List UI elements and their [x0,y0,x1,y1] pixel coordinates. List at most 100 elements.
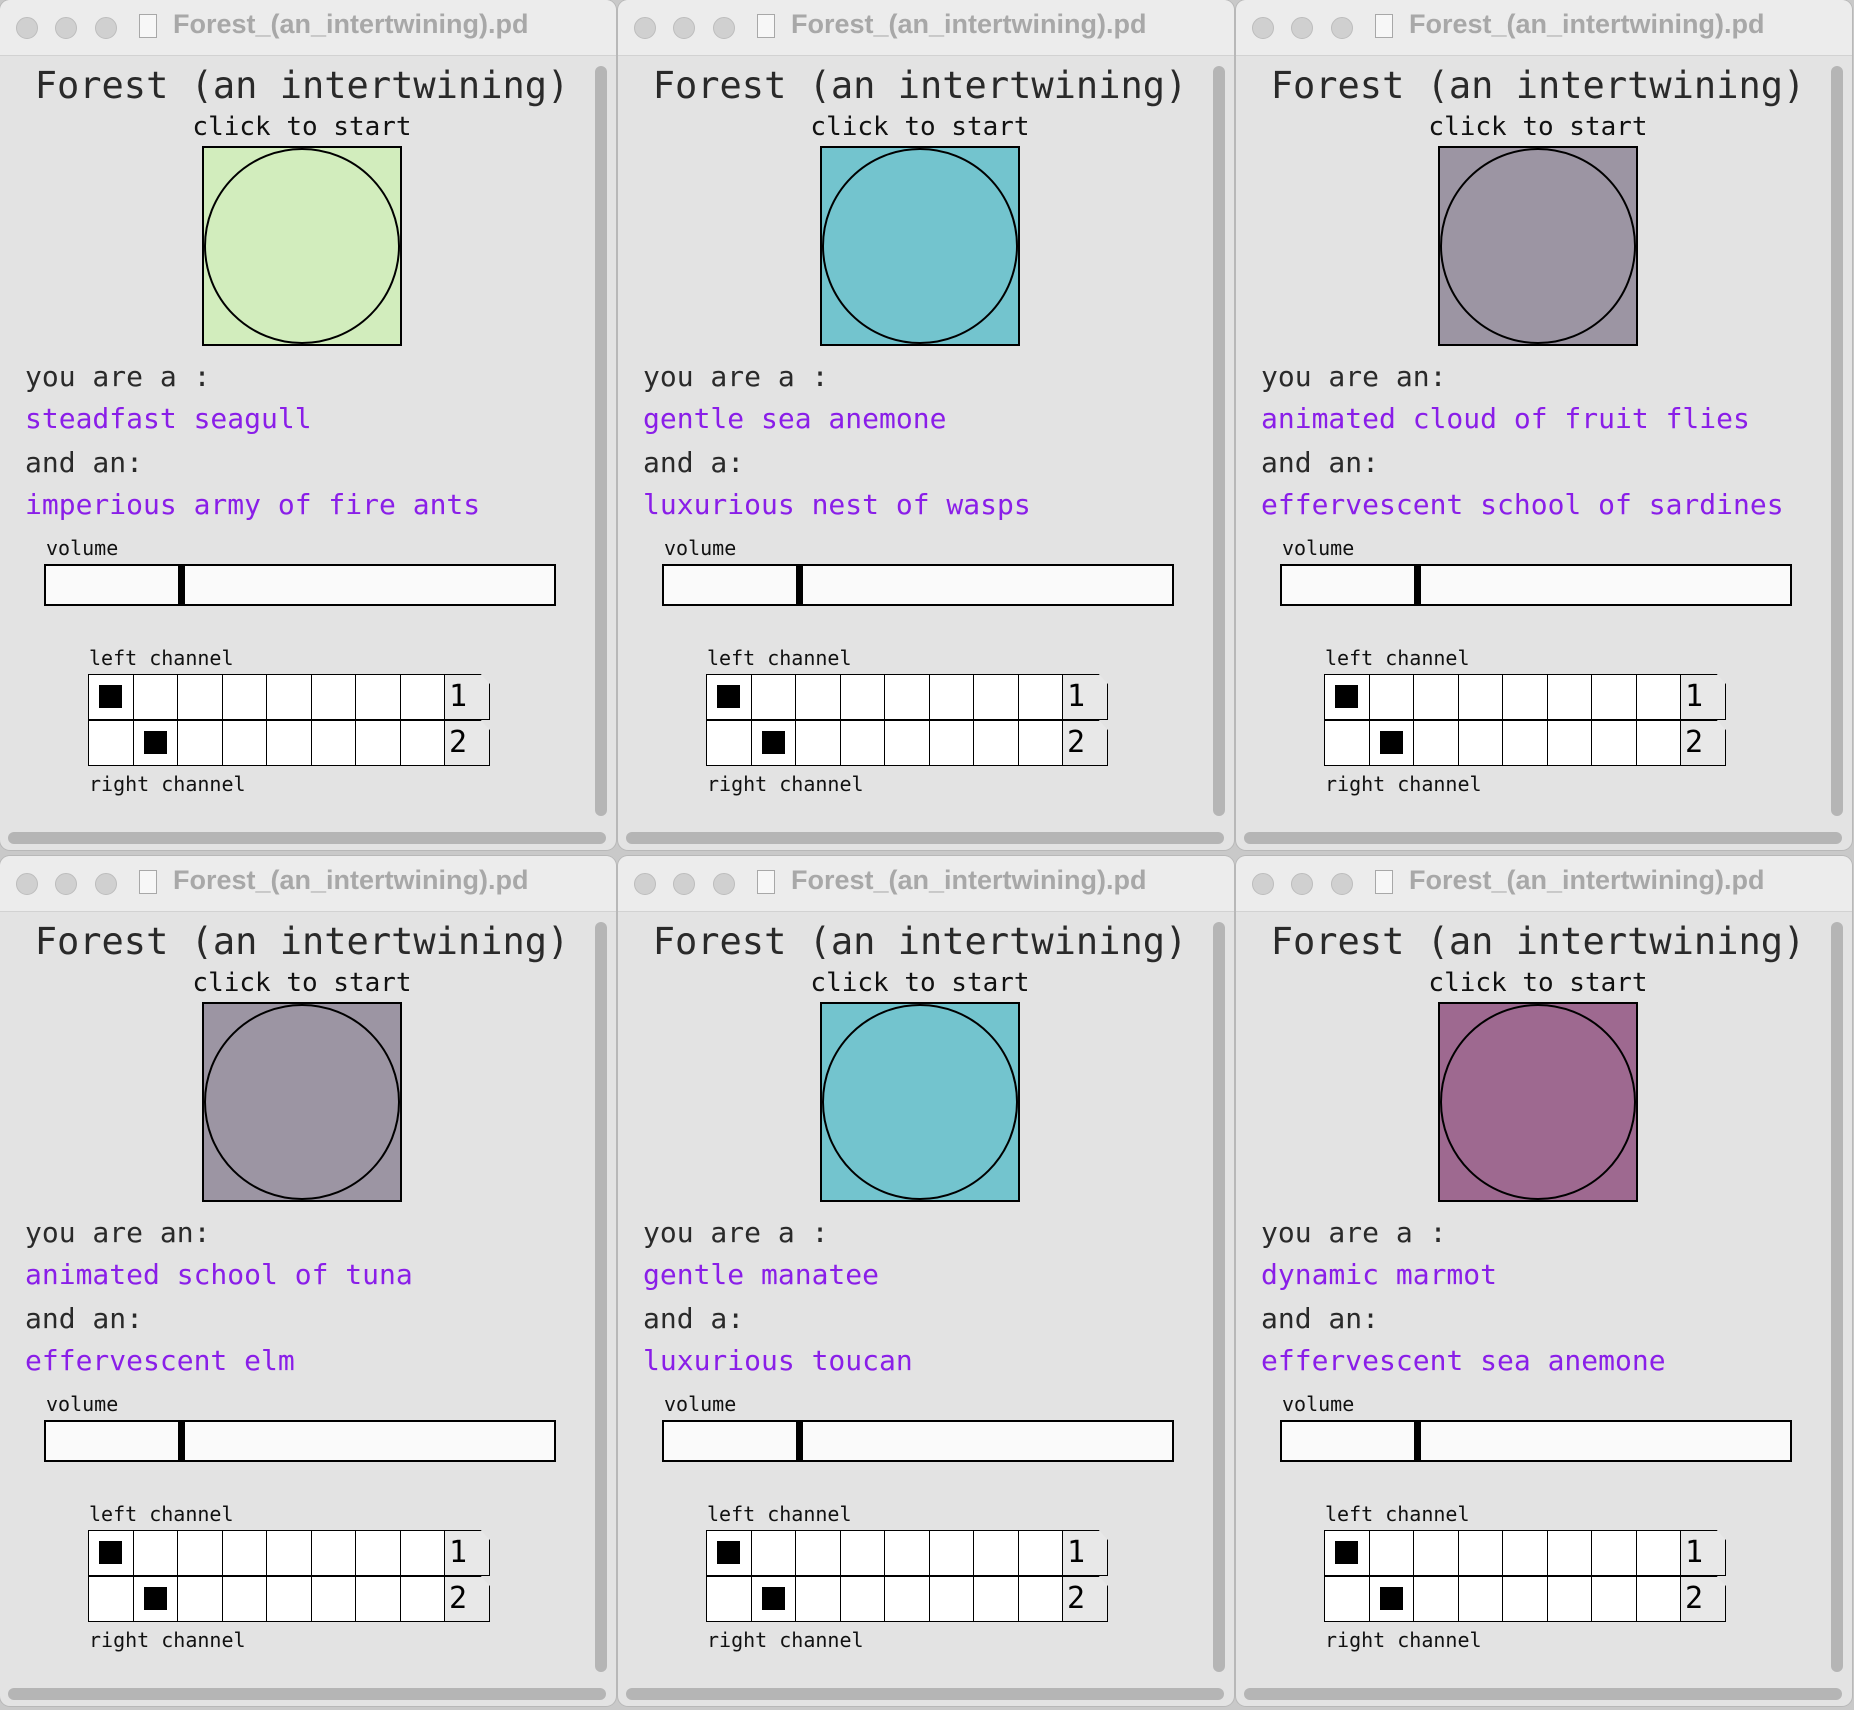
start-bang-button[interactable] [1438,146,1638,346]
matrix-cell[interactable] [1635,674,1682,720]
minimize-window-icon[interactable] [1291,873,1313,895]
matrix-cell[interactable] [1502,674,1548,720]
matrix-cell[interactable] [928,1576,975,1622]
start-bang-button[interactable] [820,1002,1020,1202]
close-window-icon[interactable] [16,17,38,39]
matrix-cell[interactable] [177,720,223,766]
zoom-window-icon[interactable] [1331,17,1353,39]
title-bar[interactable]: Forest_(an_intertwining).pd [618,0,1234,56]
volume-slider[interactable] [662,1420,1174,1462]
minimize-window-icon[interactable] [55,873,77,895]
vertical-scrollbar[interactable] [1831,66,1843,816]
matrix-cell[interactable] [1591,720,1637,766]
horizontal-scrollbar[interactable] [626,832,1224,844]
matrix-cell[interactable] [266,1576,312,1622]
matrix-cell[interactable] [1591,1530,1637,1576]
volume-slider-knob[interactable] [1414,1422,1422,1460]
matrix-cell[interactable] [88,674,134,720]
vertical-scrollbar[interactable] [1831,922,1843,1672]
horizontal-scrollbar[interactable] [626,1688,1224,1700]
horizontal-scrollbar[interactable] [1244,832,1842,844]
start-bang-button[interactable] [820,146,1020,346]
matrix-cell[interactable] [399,1530,446,1576]
matrix-cell[interactable] [355,720,401,766]
matrix-cell[interactable] [706,674,752,720]
volume-slider-knob[interactable] [796,1422,804,1460]
matrix-cell[interactable] [132,1530,179,1576]
volume-slider[interactable] [1280,564,1792,606]
matrix-cell[interactable] [1017,674,1064,720]
matrix-cell[interactable] [132,1576,179,1622]
matrix-cell[interactable] [355,1530,401,1576]
volume-slider[interactable] [662,564,1174,606]
matrix-cell[interactable] [839,1530,886,1576]
volume-slider[interactable] [44,1420,556,1462]
vertical-scrollbar[interactable] [1213,922,1225,1672]
matrix-cell[interactable] [1324,720,1370,766]
matrix-cell[interactable] [750,674,797,720]
matrix-cell[interactable] [1546,1530,1593,1576]
title-bar[interactable]: Forest_(an_intertwining).pd [1236,856,1852,912]
matrix-cell[interactable] [355,1576,401,1622]
matrix-cell[interactable] [839,1576,886,1622]
volume-slider[interactable] [44,564,556,606]
horizontal-scrollbar[interactable] [8,1688,606,1700]
matrix-cell[interactable] [1546,720,1593,766]
matrix-cell[interactable] [88,1530,134,1576]
matrix-cell[interactable] [221,1576,268,1622]
matrix-cell[interactable] [1413,1576,1459,1622]
matrix-cell[interactable] [221,720,268,766]
title-bar[interactable]: Forest_(an_intertwining).pd [1236,0,1852,56]
zoom-window-icon[interactable] [1331,873,1353,895]
matrix-cell[interactable] [88,720,134,766]
start-bang-button[interactable] [202,1002,402,1202]
matrix-cell[interactable] [1324,674,1370,720]
close-window-icon[interactable] [1252,873,1274,895]
matrix-cell[interactable] [928,1530,975,1576]
matrix-cell[interactable] [1368,1530,1415,1576]
matrix-cell[interactable] [795,720,841,766]
matrix-cell[interactable] [1457,1576,1504,1622]
matrix-cell[interactable] [310,1576,357,1622]
channel-number-box[interactable]: 2 [444,1576,490,1622]
zoom-window-icon[interactable] [713,873,735,895]
channel-number-box[interactable]: 1 [444,1530,490,1576]
minimize-window-icon[interactable] [673,873,695,895]
matrix-cell[interactable] [177,674,223,720]
matrix-cell[interactable] [1368,1576,1415,1622]
matrix-cell[interactable] [310,720,357,766]
matrix-cell[interactable] [1324,1576,1370,1622]
matrix-cell[interactable] [132,674,179,720]
zoom-window-icon[interactable] [713,17,735,39]
channel-number-box[interactable]: 1 [1680,674,1726,720]
channel-number-box[interactable]: 1 [1062,674,1108,720]
matrix-cell[interactable] [1591,674,1637,720]
matrix-cell[interactable] [1368,674,1415,720]
matrix-cell[interactable] [266,674,312,720]
channel-number-box[interactable]: 1 [444,674,490,720]
minimize-window-icon[interactable] [1291,17,1313,39]
close-window-icon[interactable] [1252,17,1274,39]
matrix-cell[interactable] [706,1576,752,1622]
matrix-cell[interactable] [1368,720,1415,766]
matrix-cell[interactable] [1324,1530,1370,1576]
matrix-cell[interactable] [750,1530,797,1576]
start-bang-button[interactable] [1438,1002,1638,1202]
start-bang-button[interactable] [202,146,402,346]
zoom-window-icon[interactable] [95,17,117,39]
matrix-cell[interactable] [266,1530,312,1576]
matrix-cell[interactable] [1635,1530,1682,1576]
matrix-cell[interactable] [399,674,446,720]
matrix-cell[interactable] [706,720,752,766]
horizontal-scrollbar[interactable] [1244,1688,1842,1700]
title-bar[interactable]: Forest_(an_intertwining).pd [0,856,616,912]
matrix-cell[interactable] [1591,1576,1637,1622]
matrix-cell[interactable] [1635,1576,1682,1622]
matrix-cell[interactable] [884,1576,930,1622]
matrix-cell[interactable] [750,720,797,766]
matrix-cell[interactable] [884,1530,930,1576]
matrix-cell[interactable] [88,1576,134,1622]
volume-slider-knob[interactable] [178,1422,186,1460]
minimize-window-icon[interactable] [673,17,695,39]
matrix-cell[interactable] [973,1576,1019,1622]
